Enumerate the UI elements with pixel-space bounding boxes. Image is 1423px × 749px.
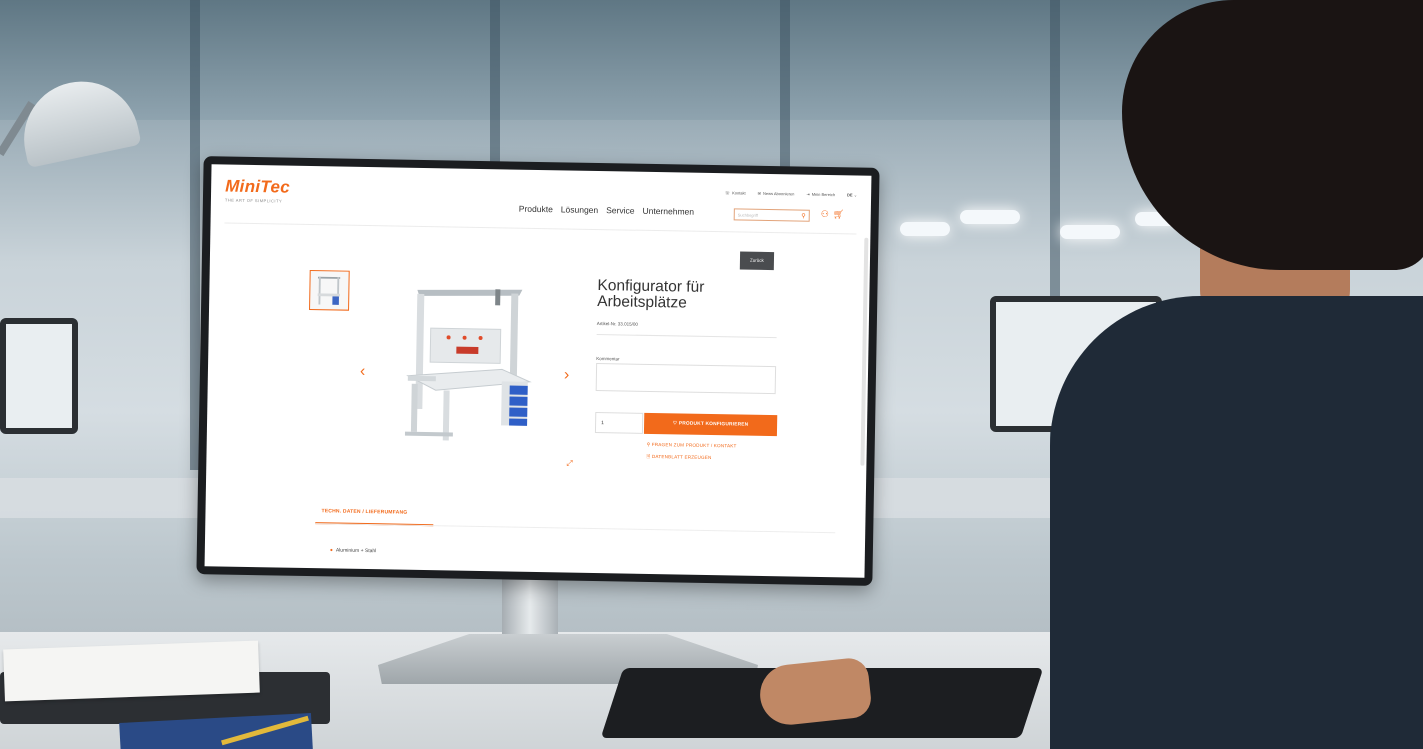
nav-service[interactable]: Service xyxy=(606,205,635,215)
paper-stack xyxy=(3,640,260,702)
expand-icon[interactable]: ⤢ xyxy=(566,459,573,469)
office-scene: MiniTec THE ART OF SIMPLICITY ☏ Kontakt ✉… xyxy=(0,0,1423,749)
language-select[interactable]: DE ⌄ xyxy=(847,192,857,197)
topbar-login[interactable]: ⇥ Mein Bereich xyxy=(806,192,835,198)
topbar: ☏ Kontakt ✉ News Abonnieren ⇥ Mein Bereich … xyxy=(725,190,857,197)
product-title-line2: Arbeitsplätze xyxy=(597,293,687,312)
questions-link-label: FRAGEN ZUM PRODUKT / KONTAKT xyxy=(651,441,737,449)
datasheet-link[interactable]: 🗎︎ DATENBLATT ERZEUGEN xyxy=(646,453,711,462)
monitor: MiniTec THE ART OF SIMPLICITY ☏ Kontakt ✉… xyxy=(196,156,880,586)
product-thumbnail[interactable] xyxy=(309,270,350,311)
questions-link[interactable]: ⚲ FRAGEN ZUM PRODUKT / KONTAKT xyxy=(647,442,737,450)
ceiling-light xyxy=(960,210,1020,224)
cart-icon[interactable]: 🛒︎ xyxy=(833,209,845,220)
scrollbar[interactable] xyxy=(860,237,869,466)
header-icons: ⚇ 🛒︎ xyxy=(821,209,845,220)
monitor-screen: MiniTec THE ART OF SIMPLICITY ☏ Kontakt ✉… xyxy=(204,164,872,578)
topbar-login-label: Mein Bereich xyxy=(811,191,836,198)
thumbnail-workbench-icon xyxy=(317,276,341,305)
feature-item: ● Aluminium + Stahl xyxy=(330,547,377,554)
topbar-newsletter[interactable]: ✉ News Abonnieren xyxy=(758,191,795,197)
user-icon[interactable]: ⚇ xyxy=(821,209,829,220)
nav-loesungen[interactable]: Lösungen xyxy=(561,204,599,215)
search-input[interactable]: Suchbegriff ⚲ xyxy=(733,208,810,223)
brand-name: MiniTec xyxy=(225,176,291,197)
quantity-input[interactable]: 1 xyxy=(594,412,644,434)
comment-field[interactable] xyxy=(595,363,777,395)
person-hair xyxy=(1122,0,1423,270)
nav-produkte[interactable]: Produkte xyxy=(519,204,553,215)
brand-logo[interactable]: MiniTec THE ART OF SIMPLICITY xyxy=(225,177,290,204)
chevron-left-icon[interactable]: ‹ xyxy=(360,363,366,381)
topbar-kontakt-label: Kontakt xyxy=(732,190,746,196)
tab-rule xyxy=(315,523,836,534)
topbar-kontakt[interactable]: ☏ Kontakt xyxy=(725,190,746,195)
ceiling-light xyxy=(900,222,950,236)
configure-product-button[interactable]: ♡ PRODUKT KONFIGURIEREN xyxy=(643,412,778,437)
article-number: Artikel-Nr. 33.015/00 xyxy=(596,321,638,327)
person xyxy=(1030,0,1423,749)
language-label: DE xyxy=(847,192,853,198)
search-placeholder: Suchbegriff xyxy=(737,212,758,218)
header-divider xyxy=(224,222,857,235)
main-nav: Produkte Lösungen Service Unternehmen xyxy=(519,204,694,217)
workbench-image xyxy=(404,289,532,441)
product-image xyxy=(404,280,538,452)
background-monitor xyxy=(0,318,78,434)
topbar-newsletter-label: News Abonnieren xyxy=(762,190,795,197)
phone-icon: ☏ xyxy=(725,190,731,196)
nav-unternehmen[interactable]: Unternehmen xyxy=(642,206,694,217)
datasheet-link-label: DATENBLATT ERZEUGEN xyxy=(651,454,712,461)
back-button[interactable]: Zurück xyxy=(739,251,775,271)
search-icon[interactable]: ⚲ xyxy=(801,211,806,223)
comment-label: Kommentar xyxy=(596,356,620,362)
product-title: Konfigurator für Arbeitsplätze xyxy=(597,277,704,312)
mail-icon: ✉ xyxy=(757,190,762,196)
feature-label: Aluminium + Stahl xyxy=(335,547,377,555)
divider xyxy=(596,334,777,339)
tab-tech-data[interactable]: TECHN. DATEN / LIEFERUMFANG xyxy=(321,508,407,515)
configure-product-label: PRODUKT KONFIGURIEREN xyxy=(678,421,749,428)
login-icon: ⇥ xyxy=(806,191,810,197)
brand-tagline: THE ART OF SIMPLICITY xyxy=(224,197,283,204)
person-shirt xyxy=(1050,296,1423,749)
bullet-icon: ● xyxy=(329,547,333,554)
chevron-down-icon: ⌄ xyxy=(853,192,858,198)
chevron-right-icon[interactable]: › xyxy=(564,366,570,384)
